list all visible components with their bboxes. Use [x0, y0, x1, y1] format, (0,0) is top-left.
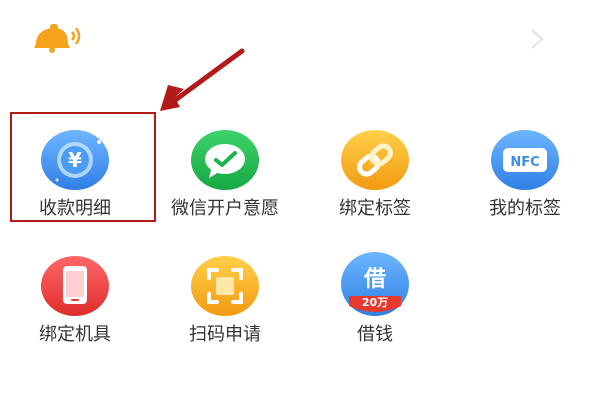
phone-icon: [41, 256, 109, 316]
grid-item-bind-tag[interactable]: 绑定标签: [300, 110, 450, 220]
chain-link-icon: [341, 130, 409, 190]
loan-icon: 借 20万: [341, 252, 409, 316]
grid-item-label: 扫码申请: [189, 324, 261, 345]
grid-item-bind-device[interactable]: 绑定机具: [0, 236, 150, 346]
top-bar: [0, 0, 600, 70]
notification-bell-icon[interactable]: [30, 22, 82, 54]
loan-icon-text: 借: [363, 267, 386, 292]
annotation-arrow-icon: [160, 48, 245, 111]
app-screen: ¥ 收款明细 微信开户意愿 绑定标签 NFC 我的标签 绑定机具 扫码申请 借 …: [0, 0, 600, 400]
chevron-right-icon[interactable]: [528, 28, 546, 50]
scan-icon: [191, 256, 259, 316]
grid-item-wechat-account-intent[interactable]: 微信开户意愿: [150, 110, 300, 220]
loan-badge: 20万: [362, 296, 388, 309]
highlight-box: [10, 112, 156, 222]
nfc-icon: NFC: [491, 130, 559, 190]
grid-item-scan-apply[interactable]: 扫码申请: [150, 236, 300, 346]
nfc-icon-text: NFC: [510, 155, 539, 170]
grid-item-label: 绑定机具: [39, 324, 111, 345]
grid-item-borrow-money[interactable]: 借 20万 借钱: [300, 236, 450, 346]
grid-item-label: 绑定标签: [339, 198, 411, 219]
grid-item-label: 微信开户意愿: [171, 198, 279, 219]
wechat-pay-icon: [191, 130, 259, 190]
grid-item-label: 我的标签: [489, 198, 561, 219]
grid-item-my-tags[interactable]: NFC 我的标签: [450, 110, 600, 220]
grid-item-label: 借钱: [357, 324, 393, 345]
